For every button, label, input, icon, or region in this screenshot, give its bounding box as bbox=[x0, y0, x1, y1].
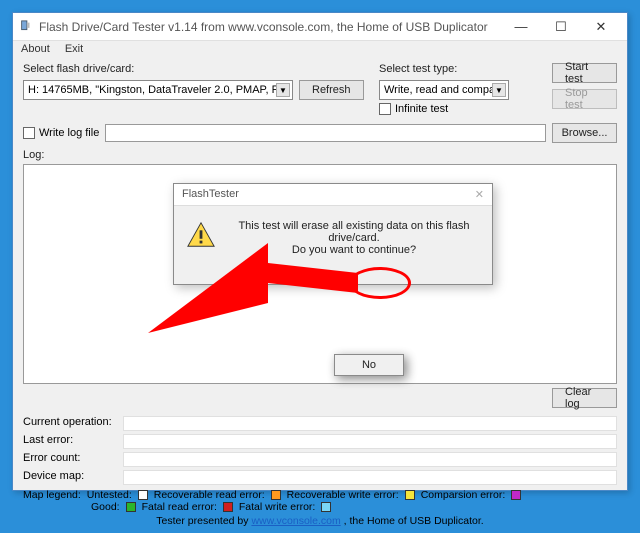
dialog-message-1: This test will erase all existing data o… bbox=[228, 220, 480, 244]
logfile-path-input[interactable] bbox=[105, 124, 546, 142]
swatch-fwe bbox=[321, 502, 331, 512]
swatch-fre bbox=[223, 502, 233, 512]
footer-link[interactable]: www.vconsole.com bbox=[251, 515, 340, 527]
infinite-label: Infinite test bbox=[395, 103, 448, 115]
infinite-checkbox[interactable]: Infinite test bbox=[379, 103, 531, 115]
checkbox-box bbox=[23, 127, 35, 139]
status-errcount-value bbox=[123, 452, 617, 467]
dialog-close-icon[interactable]: ✕ bbox=[475, 188, 484, 201]
dialog-title: FlashTester bbox=[182, 188, 239, 201]
app-window: Flash Drive/Card Tester v1.14 from www.v… bbox=[12, 12, 628, 491]
status-devmap-label: Device map: bbox=[23, 470, 123, 485]
swatch-cmp bbox=[511, 490, 521, 500]
footer: Tester presented by www.vconsole.com , t… bbox=[23, 515, 617, 527]
app-icon bbox=[19, 20, 33, 34]
legend-label: Map legend: bbox=[23, 489, 81, 501]
minimize-button[interactable]: — bbox=[501, 16, 541, 38]
testtype-value: Write, read and compare bbox=[384, 84, 492, 96]
writelog-label: Write log file bbox=[39, 127, 99, 139]
status-errcount-label: Error count: bbox=[23, 452, 123, 467]
log-label: Log: bbox=[23, 149, 617, 161]
status-devmap-value bbox=[123, 470, 617, 485]
browse-button[interactable]: Browse... bbox=[552, 123, 617, 143]
window-title: Flash Drive/Card Tester v1.14 from www.v… bbox=[39, 20, 501, 34]
status-current-value bbox=[123, 416, 617, 431]
map-legend: Map legend: Untested: Recoverable read e… bbox=[23, 489, 617, 501]
swatch-rwe bbox=[405, 490, 415, 500]
clear-log-button[interactable]: Clear log bbox=[552, 388, 617, 408]
refresh-button[interactable]: Refresh bbox=[299, 80, 364, 100]
swatch-untested bbox=[138, 490, 148, 500]
chevron-down-icon: ▼ bbox=[492, 83, 506, 97]
no-button[interactable]: No bbox=[334, 354, 404, 376]
testtype-label: Select test type: bbox=[379, 63, 531, 75]
status-lasterr-label: Last error: bbox=[23, 434, 123, 449]
menubar: About Exit bbox=[13, 41, 627, 57]
status-current-label: Current operation: bbox=[23, 416, 123, 431]
dialog-message-2: Do you want to continue? bbox=[228, 244, 480, 256]
swatch-good bbox=[126, 502, 136, 512]
swatch-rre bbox=[271, 490, 281, 500]
confirm-dialog: FlashTester ✕ This test will erase all e… bbox=[173, 183, 493, 285]
menu-exit[interactable]: Exit bbox=[65, 43, 83, 55]
testtype-select[interactable]: Write, read and compare ▼ bbox=[379, 80, 509, 100]
titlebar: Flash Drive/Card Tester v1.14 from www.v… bbox=[13, 13, 627, 41]
start-test-button[interactable]: Start test bbox=[552, 63, 617, 83]
warning-icon bbox=[186, 220, 216, 256]
drive-select-value: H: 14765MB, "Kingston, DataTraveler 2.0,… bbox=[28, 84, 276, 96]
chevron-down-icon: ▼ bbox=[276, 83, 290, 97]
stop-test-button: Stop test bbox=[552, 89, 617, 109]
close-button[interactable]: ✕ bbox=[581, 16, 621, 38]
maximize-button[interactable]: ☐ bbox=[541, 16, 581, 38]
menu-about[interactable]: About bbox=[21, 43, 50, 55]
status-lasterr-value bbox=[123, 434, 617, 449]
drive-label: Select flash drive/card: bbox=[23, 63, 373, 75]
writelog-checkbox[interactable]: Write log file bbox=[23, 127, 99, 139]
drive-select[interactable]: H: 14765MB, "Kingston, DataTraveler 2.0,… bbox=[23, 80, 293, 100]
checkbox-box bbox=[379, 103, 391, 115]
